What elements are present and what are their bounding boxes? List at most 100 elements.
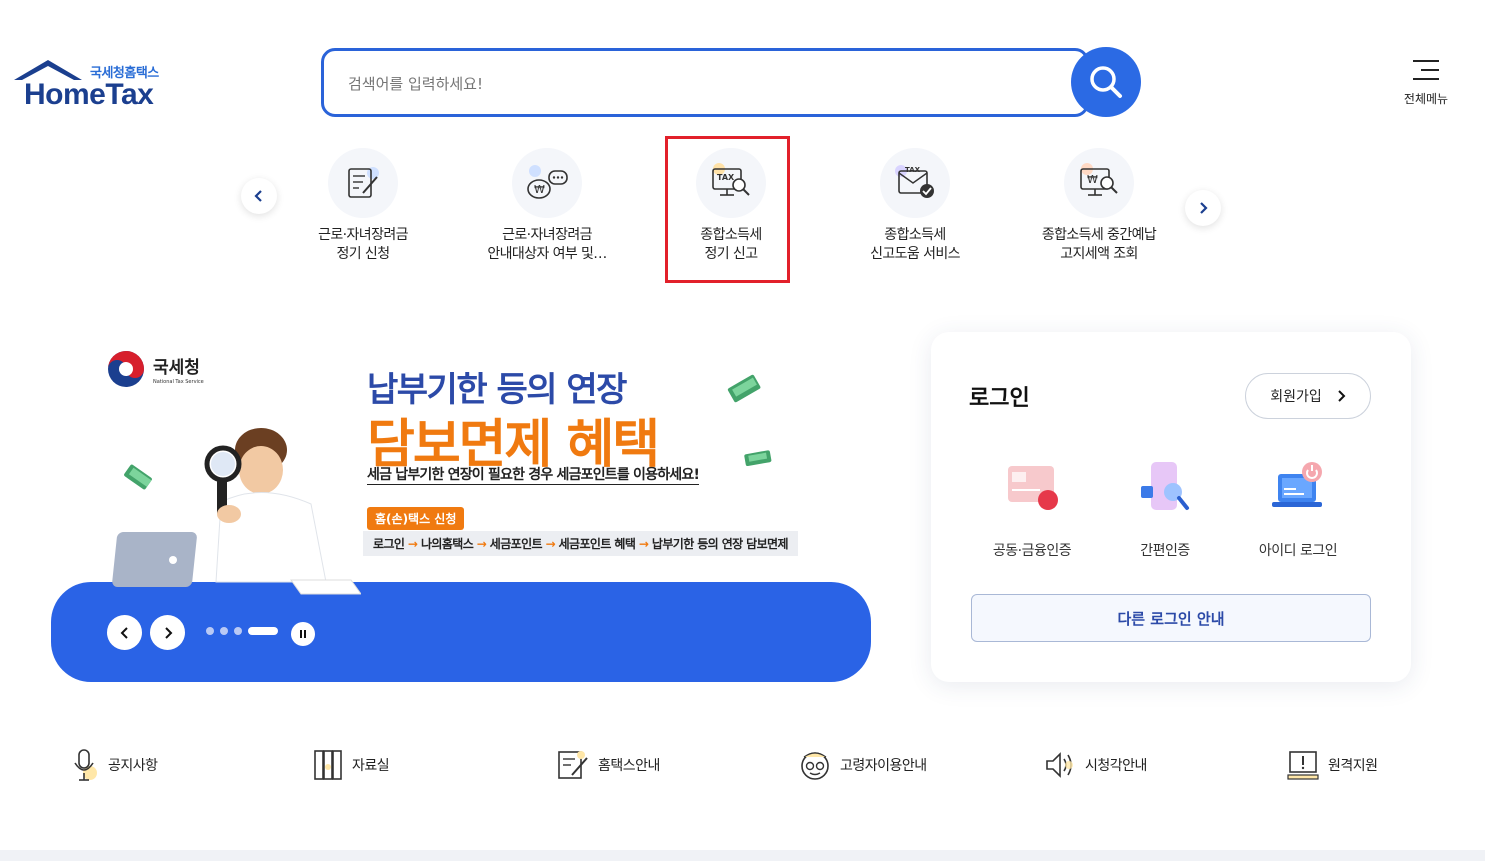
person-magnifier-illustration — [112, 428, 361, 595]
phone-search-icon — [1133, 460, 1197, 520]
signup-label: 회원가입 — [1270, 389, 1322, 405]
svg-text:TAX: TAX — [717, 173, 735, 182]
svg-text:₩: ₩ — [1087, 173, 1098, 186]
quick-menu-label-1: 근로·자녀장려금 — [318, 227, 408, 243]
microphone-icon — [74, 749, 97, 781]
bottom-link-label: 고령자이용안내 — [840, 758, 927, 774]
taegeuk-emblem-icon — [108, 351, 144, 387]
speaker-icon — [1046, 752, 1073, 778]
svg-text:TAX: TAX — [905, 166, 921, 174]
simple-auth-login[interactable]: 간편인증 — [1100, 460, 1230, 560]
svg-text:₩: ₩ — [534, 183, 545, 196]
banner-subtext: 세금 납부기한 연장이 필요한 경우 세금포인트를 이용하세요! — [367, 464, 700, 485]
bookshelf-icon — [314, 750, 342, 780]
pause-icon — [300, 630, 306, 638]
nts-logo: 국세청 National Tax Service — [107, 350, 204, 388]
banner-next-button[interactable] — [150, 615, 185, 650]
laptop-power-icon — [1266, 460, 1330, 520]
quick-menu-item[interactable]: ₩ 근로·자녀장려금안내대상자 여부 및… — [472, 148, 622, 264]
pagination-dot[interactable] — [220, 627, 228, 635]
quick-menu-label-1: 근로·자녀장려금 — [502, 227, 592, 243]
quick-menu-item[interactable]: ₩ 종합소득세 중간예납 고지세액 조회 — [1024, 148, 1174, 264]
path-step: 로그인 — [373, 537, 405, 551]
audiovisual-guide-link[interactable]: 시청각안내 — [1043, 746, 1147, 784]
main-banner[interactable]: 국세청 National Tax Service 납부기한 등의 연장 담보면제… — [51, 330, 871, 682]
chevron-right-icon — [1338, 390, 1346, 402]
signup-button[interactable]: 회원가입 — [1245, 373, 1371, 419]
quick-menu-item[interactable]: TAX 종합소득세신고도움 서비스 — [840, 148, 990, 264]
bottom-link-label: 자료실 — [352, 758, 390, 774]
document-pen-icon — [558, 751, 588, 779]
arrow-icon: → — [407, 537, 418, 551]
arrow-icon: → — [638, 537, 649, 551]
banner-prev-button[interactable] — [107, 615, 142, 650]
quick-menu-label-1: 종합소득세 중간예납 — [1041, 227, 1157, 243]
quick-menu-label-2: 정기 신청 — [336, 246, 391, 262]
search-input[interactable] — [348, 71, 1028, 97]
path-step: 세금포인트 — [489, 537, 543, 551]
login-option-label: 간편인증 — [1140, 543, 1190, 559]
bottom-link-label: 홈택스안내 — [598, 758, 660, 774]
monitor-alert-icon — [1287, 751, 1319, 780]
login-option-label: 공동·금융인증 — [992, 543, 1072, 559]
pagination-dot-active[interactable] — [248, 627, 278, 635]
chevron-left-icon — [120, 626, 128, 639]
nts-korean-name: 국세청 — [153, 358, 200, 378]
quick-menu-label-1: 종합소득세 — [884, 227, 946, 243]
document-pen-icon — [328, 148, 398, 218]
money-bag-chat-icon: ₩ — [512, 148, 582, 218]
banner-pause-button[interactable] — [291, 622, 315, 646]
joint-financial-cert-login[interactable]: 공동·금융인증 — [967, 460, 1097, 560]
notice-link[interactable]: 공지사항 — [70, 746, 158, 784]
chevron-left-icon — [254, 190, 262, 202]
hamburger-icon — [1413, 58, 1439, 82]
elderly-face-icon — [801, 752, 829, 780]
bottom-link-label: 시청각안내 — [1085, 758, 1147, 774]
archive-link[interactable]: 자료실 — [312, 746, 390, 784]
nts-english-name: National Tax Service — [153, 379, 204, 385]
id-login[interactable]: 아이디 로그인 — [1233, 460, 1363, 560]
hometax-page: 국세청홈택스 HomeTax 전체메뉴 — [0, 0, 1485, 861]
quick-menu-label-2: 신고도움 서비스 — [870, 246, 960, 262]
arrow-icon: → — [545, 537, 556, 551]
quick-menu-label-2: 안내대상자 여부 및… — [487, 246, 607, 262]
quick-menu-next-button[interactable] — [1185, 190, 1221, 226]
login-panel: 로그인 회원가입 공동·금융인증 간편인증 아이디 로그인 다른 로그인 안내 — [931, 332, 1411, 682]
banner-pagination — [206, 627, 278, 635]
quick-menu-prev-button[interactable] — [241, 178, 277, 214]
quick-menu-item[interactable]: 근로·자녀장려금정기 신청 — [288, 148, 438, 264]
certificate-card-icon — [1000, 460, 1064, 520]
quick-menu-label-2: 정기 신고 — [704, 246, 759, 262]
tax-monitor-search-icon: TAX — [696, 148, 766, 218]
login-title: 로그인 — [969, 386, 1030, 411]
footer-strip — [0, 850, 1485, 861]
tax-envelope-check-icon: TAX — [880, 148, 950, 218]
pagination-dot[interactable] — [234, 627, 242, 635]
money-stack-icon — [744, 450, 772, 467]
other-login-guide-button[interactable]: 다른 로그인 안내 — [971, 594, 1371, 642]
login-option-label: 아이디 로그인 — [1258, 543, 1338, 559]
senior-guide-link[interactable]: 고령자이용안내 — [798, 746, 927, 784]
full-menu-button[interactable]: 전체메뉴 — [1396, 58, 1456, 112]
hometax-guide-link[interactable]: 홈택스안내 — [556, 746, 660, 784]
search-button[interactable] — [1071, 47, 1141, 117]
hometax-logo[interactable]: 국세청홈택스 HomeTax — [10, 58, 175, 114]
bottom-link-label: 공지사항 — [108, 758, 158, 774]
pagination-dot[interactable] — [206, 627, 214, 635]
banner-tag: 홈(손)택스 신청 — [367, 507, 465, 530]
search-box — [321, 48, 1089, 117]
money-stack-icon — [124, 464, 152, 490]
arrow-icon: → — [476, 537, 487, 551]
remote-support-link[interactable]: 원격지원 — [1286, 746, 1378, 784]
bottom-link-label: 원격지원 — [1328, 758, 1378, 774]
money-stack-icon — [727, 374, 761, 403]
search-icon — [1090, 66, 1122, 98]
won-monitor-search-icon: ₩ — [1064, 148, 1134, 218]
chevron-right-icon — [1200, 202, 1208, 214]
banner-path: 로그인 → 나의홈택스 → 세금포인트 → 세금포인트 혜택 → 납부기한 등의… — [363, 531, 798, 556]
full-menu-label: 전체메뉴 — [1403, 92, 1449, 106]
quick-menu-item-income-tax-filing[interactable]: TAX 종합소득세 정기 신고 — [656, 148, 806, 264]
path-step: 납부기한 등의 연장 담보면제 — [651, 537, 789, 551]
chevron-right-icon — [164, 626, 172, 639]
path-step: 나의홈택스 — [420, 537, 474, 551]
